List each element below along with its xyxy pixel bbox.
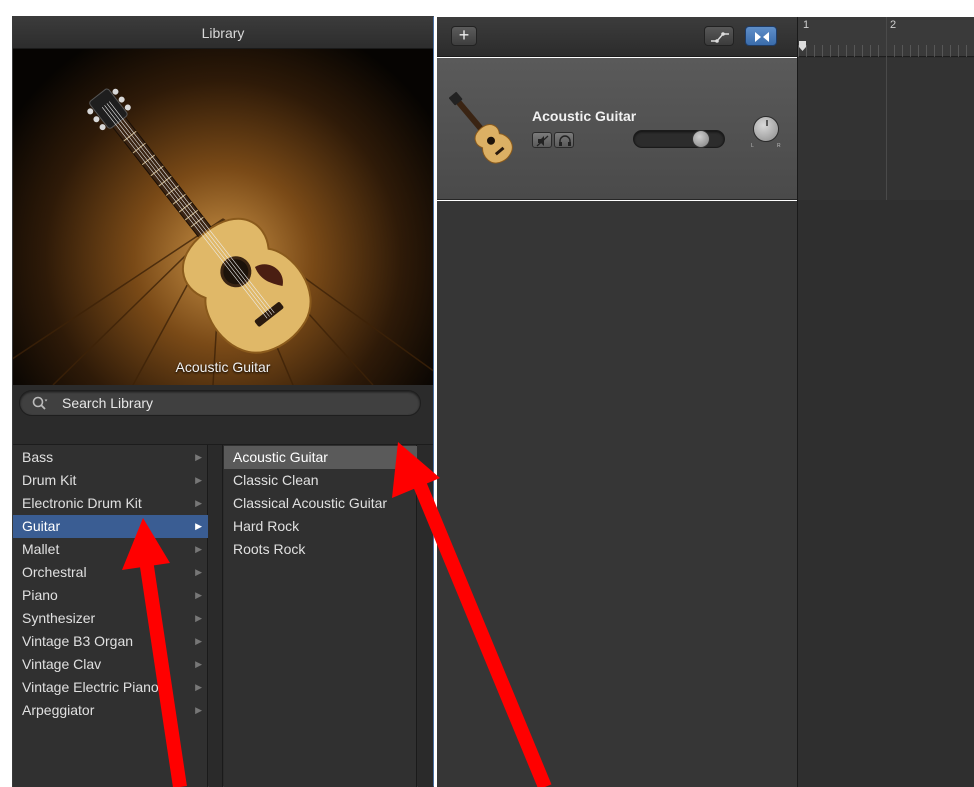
category-label: Orchestral: [22, 564, 87, 580]
category-label: Mallet: [22, 541, 60, 557]
category-item[interactable]: Orchestral ▶: [13, 561, 208, 584]
category-item[interactable]: Synthesizer ▶: [13, 607, 208, 630]
mute-button[interactable]: [532, 132, 552, 148]
patch-item[interactable]: Acoustic Guitar: [224, 446, 417, 469]
search-icon[interactable]: [32, 396, 48, 412]
category-item[interactable]: Electronic Drum Kit ▶: [13, 492, 208, 515]
instrument-caption: Acoustic Guitar: [175, 359, 271, 375]
search-library-field[interactable]: Search Library: [19, 390, 421, 416]
track-header-acoustic-guitar[interactable]: Acoustic Guitar L R: [437, 58, 797, 200]
library-title: Library: [13, 17, 433, 49]
pan-knob-indicator: [766, 120, 768, 126]
instrument-preview-image: Acoustic Guitar: [13, 49, 433, 385]
acoustic-guitar-illustration: [13, 88, 433, 385]
category-item[interactable]: Arpeggiator ▶: [13, 699, 208, 722]
pan-knob[interactable]: [753, 116, 779, 142]
disclosure-arrow-icon: ▶: [195, 636, 202, 646]
category-scrollbar[interactable]: [209, 445, 223, 787]
flex-button[interactable]: [745, 26, 777, 46]
patch-item[interactable]: Classic Clean: [224, 469, 417, 492]
volume-slider[interactable]: [633, 130, 725, 148]
category-label: Bass: [22, 449, 54, 465]
category-label: Arpeggiator: [22, 702, 95, 718]
automation-button[interactable]: [704, 26, 734, 46]
category-label: Synthesizer: [22, 610, 96, 626]
disclosure-arrow-icon: ▶: [195, 705, 202, 715]
track-name[interactable]: Acoustic Guitar: [532, 108, 636, 124]
flex-icon: [755, 32, 769, 42]
disclosure-arrow-icon: ▶: [195, 590, 202, 600]
volume-slider-handle[interactable]: [692, 130, 710, 148]
pan-right-label: R: [777, 143, 781, 149]
category-label: Drum Kit: [22, 472, 77, 488]
tracks-empty-area[interactable]: [437, 201, 797, 787]
category-item[interactable]: Bass ▶: [13, 446, 208, 469]
category-label: Vintage B3 Organ: [22, 633, 134, 649]
disclosure-arrow-icon: ▶: [195, 498, 202, 508]
disclosure-arrow-icon: ▶: [195, 613, 202, 623]
bar-number-1: 1: [803, 19, 810, 31]
disclosure-arrow-icon: ▶: [195, 544, 202, 554]
search-row: Search Library: [13, 385, 433, 421]
add-track-button[interactable]: +: [451, 26, 477, 46]
patch-item[interactable]: Classical Acoustic Guitar: [224, 492, 417, 515]
bar-number-2: 2: [890, 19, 897, 31]
category-label: Electronic Drum Kit: [22, 495, 142, 511]
category-item[interactable]: Mallet ▶: [13, 538, 208, 561]
category-item[interactable]: Vintage Clav ▶: [13, 653, 208, 676]
disclosure-arrow-icon: ▶: [195, 682, 202, 692]
disclosure-arrow-icon: ▶: [195, 475, 202, 485]
patch-item[interactable]: Hard Rock: [224, 515, 417, 538]
headphones-icon: [559, 135, 571, 146]
category-item[interactable]: Guitar ▶: [13, 515, 208, 538]
automation-icon: [711, 32, 729, 43]
library-breadcrumb-bar: [13, 421, 433, 445]
category-label: Vintage Clav: [22, 656, 102, 672]
search-library-placeholder: Search Library: [62, 395, 154, 411]
pan-left-label: L: [751, 143, 754, 149]
category-list: Bass ▶ Drum Kit ▶ Electronic Drum Kit ▶ Guitar…: [13, 445, 208, 787]
timeline-area[interactable]: 1 2: [797, 17, 974, 787]
disclosure-arrow-icon: ▶: [195, 521, 202, 531]
disclosure-arrow-icon: ▶: [195, 452, 202, 462]
tracks-toolbar: +: [437, 17, 797, 57]
library-panel: Library Acoustic Guitar Search Library B…: [12, 16, 434, 787]
patch-item[interactable]: Roots Rock: [224, 538, 417, 561]
category-item[interactable]: Vintage B3 Organ ▶: [13, 630, 208, 653]
category-item[interactable]: Drum Kit ▶: [13, 469, 208, 492]
disclosure-arrow-icon: ▶: [195, 659, 202, 669]
bar-gridline: [886, 17, 887, 200]
category-item[interactable]: Piano ▶: [13, 584, 208, 607]
category-label: Piano: [22, 587, 58, 603]
mute-speaker-icon: [536, 135, 549, 147]
solo-button[interactable]: [554, 132, 574, 148]
category-label: Guitar: [22, 518, 61, 534]
acoustic-guitar-icon: [449, 91, 513, 164]
patch-list: Acoustic Guitar Classic Clean Classical Ac…: [224, 445, 417, 787]
patch-scrollbar[interactable]: [418, 445, 433, 787]
disclosure-arrow-icon: ▶: [195, 567, 202, 577]
category-item[interactable]: Vintage Electric Piano ▶: [13, 676, 208, 699]
category-label: Vintage Electric Piano: [22, 679, 159, 695]
